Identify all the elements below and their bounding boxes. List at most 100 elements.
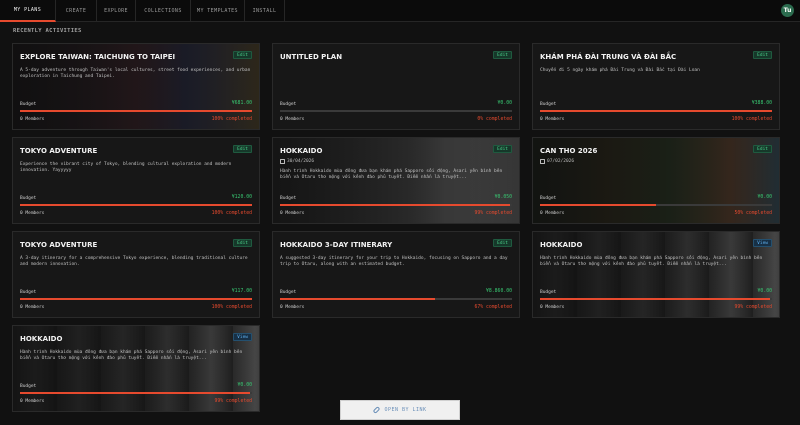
completion-status: 0% completed (477, 117, 512, 122)
progress-track (20, 298, 252, 300)
members-count: 0 Members (540, 117, 565, 122)
budget-value: ¥117.00 (231, 289, 252, 294)
plan-card[interactable]: UNTITLED PLAN Edit Budget ¥0.00 0 Members 0% … (272, 43, 520, 130)
completion-status: 50% completed (734, 211, 772, 216)
tab-install[interactable]: INSTALL (245, 0, 285, 22)
members-count: 0 Members (20, 399, 45, 404)
tab-explore[interactable]: EXPLORE (97, 0, 136, 22)
plan-title: EXPLORE TAIWAN: TAICHUNG TO TAIPEI (20, 53, 176, 61)
plan-card[interactable]: HOKKAIDO Edit 30/04/2026 Hành trình Hokkaid… (272, 137, 520, 224)
avatar[interactable]: Tu (781, 4, 794, 17)
completion-status: 99% completed (474, 211, 512, 216)
progress-track (540, 298, 772, 300)
link-icon (373, 406, 381, 414)
plan-title: TOKYO ADVENTURE (20, 241, 98, 249)
tab-create[interactable]: CREATE (56, 0, 97, 22)
completion-status: 67% completed (474, 305, 512, 310)
budget-label: Budget (20, 384, 37, 389)
plan-title: HOKKAIDO (540, 241, 583, 249)
progress-fill (540, 298, 770, 300)
plan-title: HOKKAIDO (20, 335, 63, 343)
budget-value: ¥388.00 (751, 101, 772, 106)
plan-card[interactable]: KHÁM PHÁ ĐÀI TRUNG VÀ ĐÀI BẮC Edit Chuyến … (532, 43, 780, 130)
edit-badge-button[interactable]: Edit (233, 51, 252, 59)
plan-description: A suggested 3-day itinerary for your tri… (280, 256, 508, 268)
plan-description: Hành trình Hokkaido mùa đông đưa bạn khá… (280, 169, 503, 181)
progress-fill (540, 110, 772, 112)
plan-title: UNTITLED PLAN (280, 53, 343, 61)
budget-value: ¥681.00 (231, 101, 252, 106)
edit-badge-button[interactable]: Edit (493, 51, 512, 59)
tab-collections[interactable]: COLLECTIONS (136, 0, 191, 22)
plan-date-text: 30/04/2026 (287, 159, 315, 164)
progress-fill (20, 298, 252, 300)
progress-fill (20, 392, 250, 394)
budget-value: ¥120.00 (231, 195, 252, 200)
plan-description: Hành trình Hokkaido mùa đông đưa bạn khá… (540, 256, 763, 268)
completion-status: 100% completed (211, 117, 252, 122)
plan-card[interactable]: EXPLORE TAIWAN: TAICHUNG TO TAIPEI Edit A … (12, 43, 260, 130)
section-title: RECENTLY ACTIVITIES (13, 28, 82, 34)
plan-date: 30/04/2026 (280, 159, 314, 164)
progress-track (280, 204, 512, 206)
view-badge-button[interactable]: View (753, 239, 772, 247)
plan-card[interactable]: TOKYO ADVENTURE Edit A 3-day itinerary for… (12, 231, 260, 318)
plan-card[interactable]: HOKKAIDO View Hành trình Hokkaido mùa đông… (532, 231, 780, 318)
edit-badge-button[interactable]: Edit (753, 145, 772, 153)
budget-value: ¥0.00 (757, 289, 772, 294)
progress-track (20, 204, 252, 206)
budget-label: Budget (540, 290, 557, 295)
budget-label: Budget (540, 196, 557, 201)
tab-my-plans[interactable]: MY PLANS (0, 0, 56, 22)
plan-title: HOKKAIDO (280, 147, 323, 155)
members-count: 0 Members (540, 305, 565, 310)
edit-badge-button[interactable]: Edit (493, 239, 512, 247)
members-count: 0 Members (20, 117, 45, 122)
progress-track (280, 110, 512, 112)
tab-my-templates[interactable]: MY TEMPLATES (191, 0, 245, 22)
completion-status: 100% completed (731, 117, 772, 122)
view-badge-button[interactable]: View (233, 333, 252, 341)
plan-description: A 5-day adventure through Taiwan's local… (20, 68, 251, 80)
progress-track (20, 392, 252, 394)
edit-badge-button[interactable]: Edit (233, 239, 252, 247)
members-count: 0 Members (280, 211, 305, 216)
plan-card[interactable]: HOKKAIDO View Hành trình Hokkaido mùa đông… (12, 325, 260, 412)
plan-date: 07/02/2026 (540, 159, 574, 164)
open-by-link-button[interactable]: OPEN BY LINK (340, 400, 460, 420)
plan-description: A 3-day itinerary for a comprehensive To… (20, 256, 248, 268)
edit-badge-button[interactable]: Edit (233, 145, 252, 153)
progress-track (280, 298, 512, 300)
progress-track (20, 110, 252, 112)
plan-card[interactable]: TOKYO ADVENTURE Edit Experience the vibran… (12, 137, 260, 224)
plan-title: KHÁM PHÁ ĐÀI TRUNG VÀ ĐÀI BẮC (540, 53, 677, 61)
plan-card[interactable]: CAN THO 2026 Edit 07/02/2026 Budget ¥0.00 0 M… (532, 137, 780, 224)
budget-value: ¥0.00 (757, 195, 772, 200)
plan-description: Experience the vibrant city of Tokyo, bl… (20, 162, 232, 174)
top-nav: MY PLANS CREATE EXPLORE COLLECTIONS MY T… (0, 0, 800, 22)
progress-fill (280, 298, 436, 300)
progress-track (540, 110, 772, 112)
budget-value: ¥0.050 (494, 195, 512, 200)
members-count: 0 Members (280, 117, 305, 122)
plan-title: TOKYO ADVENTURE (20, 147, 98, 155)
budget-label: Budget (280, 102, 297, 107)
progress-fill (280, 204, 510, 206)
budget-label: Budget (20, 290, 37, 295)
calendar-icon (540, 159, 545, 164)
plan-title: HOKKAIDO 3-DAY ITINERARY (280, 241, 393, 249)
plan-card[interactable]: HOKKAIDO 3-DAY ITINERARY Edit A suggested … (272, 231, 520, 318)
completion-status: 99% completed (214, 399, 252, 404)
members-count: 0 Members (540, 211, 565, 216)
members-count: 0 Members (20, 211, 45, 216)
edit-badge-button[interactable]: Edit (493, 145, 512, 153)
budget-label: Budget (540, 102, 557, 107)
plan-description: Chuyến đi 5 ngày khám phá Đài Trung và Đ… (540, 68, 700, 73)
progress-fill (540, 204, 656, 206)
plan-title: CAN THO 2026 (540, 147, 598, 155)
edit-badge-button[interactable]: Edit (753, 51, 772, 59)
budget-label: Budget (280, 196, 297, 201)
progress-track (540, 204, 772, 206)
completion-status: 100% completed (211, 211, 252, 216)
budget-label: Budget (20, 196, 37, 201)
